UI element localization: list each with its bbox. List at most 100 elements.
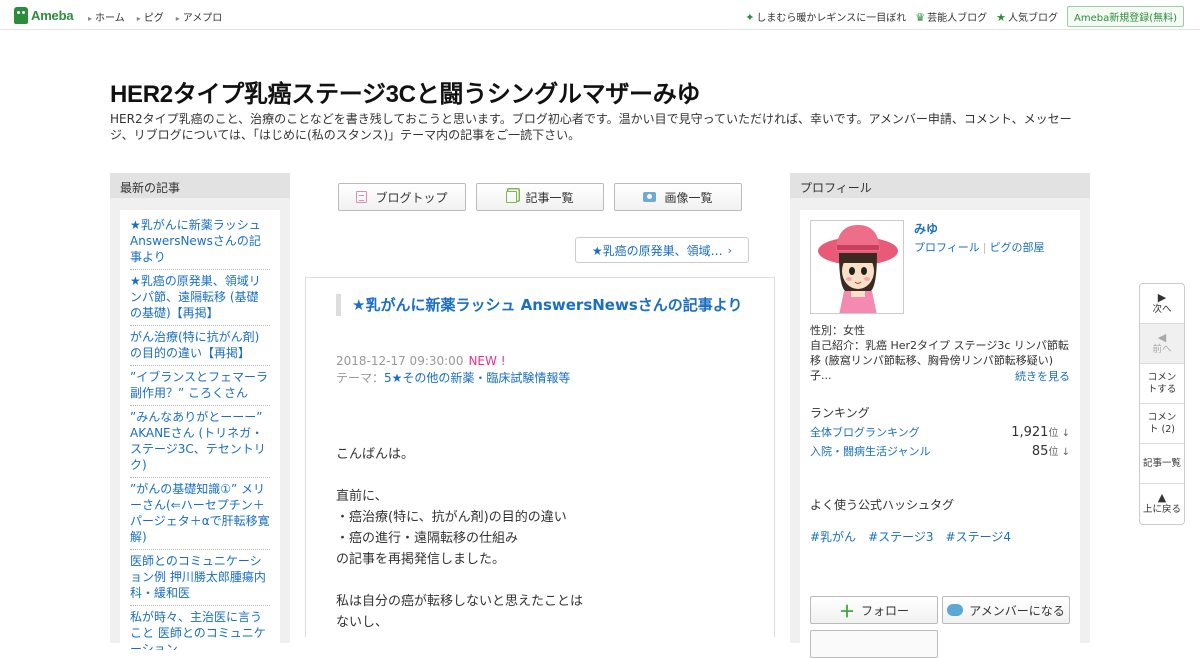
list-icon [506, 191, 518, 203]
side-nav-label: 前へ [1152, 343, 1172, 355]
trend-link-label: しまむら暖かレギンスに一目ぼれ [756, 13, 907, 24]
article-body: こんばんは。 直前に、 ・癌治療(特に、抗がん剤)の目的の違い ・癌の進行・遠隔… [336, 444, 583, 633]
recent-post-item[interactable]: 私が時々、主治医に言うこと 医師とのコミュニケーション [130, 606, 270, 650]
theme-link[interactable]: 5★その他の新薬・臨床試験情報等 [384, 371, 570, 385]
celebrity-blog-label: 芸能人ブログ [927, 13, 988, 24]
speech-bubble-icon [947, 604, 964, 616]
see-more-link[interactable]: 続きを見る [1015, 368, 1070, 384]
profile-links: プロフィール | ピグの部屋 [914, 239, 1045, 255]
back-to-top-button[interactable]: ▲ 上に戻る [1140, 484, 1184, 524]
recent-post-item[interactable]: 医師とのコミュニケーション例 押川勝太郎腫瘍内科・緩和医 [130, 550, 270, 606]
play-left-icon: ◀ [1157, 330, 1167, 344]
amember-button[interactable]: アメンバーになる [942, 596, 1070, 624]
recent-posts-list: ★乳がんに新薬ラッシュ AnswersNewsさんの記事より ★乳癌の原発巣、領… [120, 210, 280, 650]
crown-icon: ♛ [915, 11, 926, 24]
ranking-row: 全体ブログランキング 1,921位 ↓ [810, 424, 1070, 440]
body-line: 私は自分の癌が転移しないと思えたことは [336, 594, 584, 609]
side-nav-label: 記事一覧 [1142, 457, 1181, 469]
ranking-value-wrap: 1,921位 ↓ [1011, 424, 1070, 440]
side-nav: ▶ 次へ ◀ 前へ コメントする コメント (2) 記事一覧 ▲ 上に戻る [1139, 283, 1185, 525]
theme-label: テーマ： [336, 371, 385, 385]
side-nav-label: 次へ [1152, 303, 1172, 315]
triangle-up-icon: ▲ [1157, 491, 1167, 504]
hashtag[interactable]: #ステージ3 [868, 528, 933, 545]
star-icon: ★ [996, 11, 1006, 24]
celebrity-blog-link[interactable]: ♛ 芸能人ブログ [915, 9, 987, 24]
ranking-value-wrap: 85位 ↓ [1032, 443, 1070, 459]
article-title[interactable]: ★乳がんに新薬ラッシュ AnswersNewsさんの記事より [336, 294, 746, 316]
global-header: Ameba ホーム ピグ アメプロ ✦しまむら暖かレギンスに一目ぼれ ♛芸能人ブ… [0, 0, 1200, 30]
play-right-icon: ▶ [1157, 290, 1167, 304]
recent-post-item[interactable]: ★乳がんに新薬ラッシュ AnswersNewsさんの記事より [130, 214, 270, 270]
next-button[interactable]: ▶ 次へ [1140, 284, 1184, 324]
blog-description: HER2タイプ乳癌のこと、治療のことなどを書き残しておこうと思います。ブログ初心… [110, 112, 1072, 142]
profile-panel: プロフィール みゆ プロフィール | ピグの部屋 性別：女性 自己紹介：乳癌 H… [790, 173, 1090, 658]
nav-amepro[interactable]: アメプロ [176, 9, 223, 24]
profile-name[interactable]: みゆ [914, 220, 938, 237]
follow-button[interactable]: ＋ フォロー [810, 596, 938, 624]
post-list-button[interactable]: 記事一覧 [1140, 444, 1184, 484]
body-line: の記事を再掲発信しました。 [336, 552, 506, 567]
ranking-label[interactable]: 入院・闘病生活ジャンル [810, 443, 930, 459]
article: ★乳がんに新薬ラッシュ AnswersNewsさんの記事より 2018-12-1… [305, 277, 775, 637]
next-post-label: ★乳癌の原発巣、領域… [591, 243, 723, 258]
comment-count-button[interactable]: コメント (2) [1140, 404, 1184, 444]
recent-posts-panel: 最新の記事 ★乳がんに新薬ラッシュ AnswersNewsさんの記事より ★乳癌… [110, 173, 290, 650]
hashtag[interactable]: #乳がん [810, 528, 856, 545]
recent-post-item[interactable]: ★乳癌の原発巣、領域リンパ節、遠隔転移 (基礎の基礎)【再掲】 [130, 270, 270, 326]
recent-post-item[interactable]: ”イブランスとフェマーラ副作用？” ころくさん [130, 366, 270, 406]
ranking-unit: 位 ↓ [1048, 447, 1070, 458]
register-button[interactable]: Ameba新規登録(無料) [1066, 6, 1184, 27]
body-line: 直前に、 [336, 489, 388, 504]
avatar[interactable] [810, 220, 904, 314]
body-line: ・癌治療(特に、抗がん剤)の目的の違い [336, 510, 567, 525]
side-nav-label: コメント (2) [1147, 411, 1177, 435]
sparkle-icon: ✦ [745, 11, 755, 24]
recent-post-item[interactable]: がん治療(特に抗がん剤)の目的の違い【再掲】 [130, 326, 270, 366]
ranking-row: 入院・闘病生活ジャンル 85位 ↓ [810, 443, 1070, 459]
trend-link[interactable]: ✦ しまむら暖かレギンスに一目ぼれ [745, 9, 906, 24]
new-badge: NEW ! [468, 354, 506, 368]
blog-title[interactable]: HER2タイプ乳癌ステージ3Cと闘うシングルマザーみゆ [110, 74, 700, 109]
recent-posts-heading: 最新の記事 [110, 173, 290, 198]
ranking-label[interactable]: 全体ブログランキング [810, 424, 920, 440]
ameba-logo-icon [14, 6, 28, 24]
hashtag[interactable]: #ステージ4 [946, 528, 1011, 545]
tab-label: ブログトップ [375, 190, 448, 205]
hashtag-heading: よく使う公式ハッシュタグ [810, 498, 955, 512]
nav-pigg[interactable]: ピグ [137, 9, 164, 24]
profile-box: みゆ プロフィール | ピグの部屋 性別：女性 自己紹介：乳癌 Her2タイプ ステ… [800, 210, 1080, 658]
comment-button[interactable]: コメントする [1140, 364, 1184, 404]
plus-icon: ＋ [838, 602, 855, 621]
chevron-right-icon: › [727, 243, 733, 257]
global-nav: ホーム ピグ アメプロ [88, 9, 222, 24]
recent-post-item[interactable]: ”がんの基礎知識①” メリーさん(⇐ハーセプチン＋パージェタ＋αで肝転移寛解) [130, 478, 270, 550]
avatar-illustration [818, 225, 898, 313]
recent-post-item[interactable]: ”みんなありがとーーー” AKANEさん (トリネガ・ステージ3C、テセントリク… [130, 406, 270, 478]
hashtag-list: #乳がん #ステージ3 #ステージ4 [810, 528, 1011, 545]
body-line: ・癌の進行・遠隔転移の仕組み [336, 531, 519, 546]
tab-blog-top[interactable]: ブログトップ [338, 183, 466, 211]
ranking-heading: ランキング [810, 406, 870, 420]
profile-link[interactable]: プロフィール [914, 241, 980, 254]
popular-blog-label: 人気ブログ [1007, 13, 1058, 24]
tab-post-list[interactable]: 記事一覧 [476, 183, 604, 211]
body-line: こんばんは。 [336, 447, 415, 462]
tab-image-list[interactable]: 画像一覧 [614, 183, 742, 211]
prev-button[interactable]: ◀ 前へ [1140, 324, 1184, 364]
pigg-room-link[interactable]: ピグの部屋 [990, 241, 1045, 254]
extra-button[interactable] [810, 630, 938, 658]
tab-label: 画像一覧 [664, 190, 713, 205]
next-post-button[interactable]: ★乳癌の原発巣、領域… › [575, 237, 749, 263]
popular-blog-link[interactable]: ★ 人気ブログ [996, 9, 1058, 24]
ameba-logo[interactable]: Ameba [14, 6, 74, 24]
blog-tabs: ブログトップ 記事一覧 画像一覧 [338, 183, 742, 211]
ranking-value: 85 [1031, 444, 1049, 459]
divider: | [982, 241, 987, 254]
nav-home[interactable]: ホーム [88, 9, 125, 24]
gender: 性別：女性 [810, 324, 865, 337]
follow-label: フォロー [861, 603, 910, 618]
tab-label: 記事一覧 [525, 190, 574, 205]
side-nav-label: コメントする [1147, 371, 1177, 395]
article-date: 2018-12-17 09:30:00 [336, 354, 464, 368]
